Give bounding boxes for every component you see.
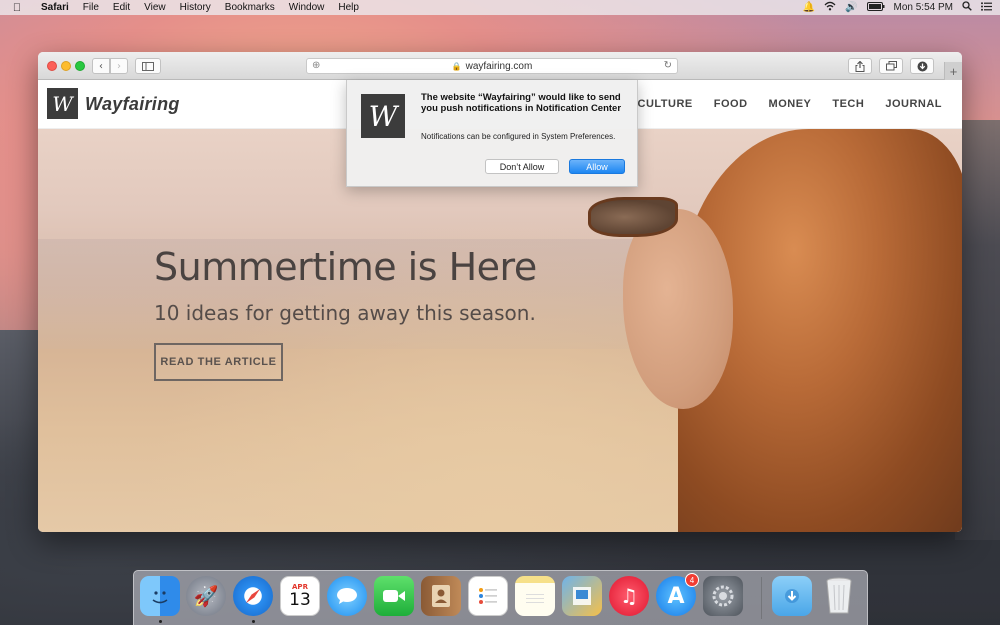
browser-toolbar: ‹ › ⊕ 🔒 wayfairing.com ↻ + [38,52,962,80]
notification-bell-icon[interactable]: 🔔 [803,2,815,13]
allow-button[interactable]: Allow [569,159,625,174]
dock: 🚀 APR 13 ♫ A 4 [133,570,868,625]
back-button[interactable]: ‹ [92,58,110,74]
menu-bookmarks[interactable]: Bookmarks [218,2,282,13]
website-icon: W [361,94,405,138]
contacts-icon[interactable] [421,576,461,616]
new-tab-button[interactable]: + [944,62,962,80]
menu-file[interactable]: File [76,2,106,13]
nav-food[interactable]: FOOD [714,98,748,110]
spotlight-search-icon[interactable] [962,1,972,14]
sidebar-toggle-button[interactable] [135,58,161,74]
finder-icon[interactable] [140,576,180,616]
notes-icon[interactable] [515,576,555,616]
menu-edit[interactable]: Edit [106,2,137,13]
show-all-tabs-button[interactable] [879,58,903,74]
site-logo[interactable]: W [47,88,78,119]
apple-menu-icon[interactable]:  [0,2,34,14]
safari-icon[interactable] [233,576,273,616]
volume-icon[interactable]: 🔊 [845,2,857,13]
reload-icon[interactable]: ↻ [664,60,672,71]
site-name[interactable]: Wayfairing [85,94,180,115]
battery-icon[interactable] [866,1,885,14]
launchpad-icon[interactable]: 🚀 [186,576,226,616]
messages-icon[interactable] [327,576,367,616]
finder-running-indicator [159,620,162,623]
menu-history[interactable]: History [173,2,218,13]
url-text: wayfairing.com [465,60,533,72]
reminders-icon[interactable] [468,576,508,616]
downloads-button[interactable] [910,58,934,74]
prompt-body: Notifications can be configured in Syste… [421,132,616,141]
trash-icon[interactable] [819,576,859,616]
nav-journal[interactable]: JOURNAL [885,98,942,110]
system-preferences-icon[interactable] [703,576,743,616]
itunes-icon[interactable]: ♫ [609,576,649,616]
hero-title: Summertime is Here [154,245,537,289]
dock-separator [761,577,762,619]
menu-app-name[interactable]: Safari [34,2,76,13]
downloads-folder-icon[interactable] [772,576,812,616]
close-window-button[interactable] [47,61,57,71]
nav-tech[interactable]: TECH [832,98,864,110]
lock-icon: 🔒 [451,61,462,71]
dont-allow-button[interactable]: Don’t Allow [485,159,559,174]
menu-view[interactable]: View [137,2,173,13]
address-bar[interactable]: ⊕ 🔒 wayfairing.com ↻ [306,58,678,74]
share-button[interactable] [848,58,872,74]
facetime-icon[interactable] [374,576,414,616]
menu-bar:  Safari File Edit View History Bookmark… [0,0,1000,15]
minimize-window-button[interactable] [61,61,71,71]
menu-clock[interactable]: Mon 5:54 PM [894,2,953,13]
wifi-icon[interactable] [824,1,836,14]
forward-button[interactable]: › [110,58,128,74]
notification-center-icon[interactable] [981,1,992,14]
site-nav: CULTURE FOOD MONEY TECH JOURNAL [617,98,942,110]
fullscreen-window-button[interactable] [75,61,85,71]
menu-window[interactable]: Window [282,2,332,13]
calendar-day: 13 [289,590,311,610]
nav-money[interactable]: MONEY [769,98,812,110]
hero-photo-sunglasses [588,197,678,237]
hero-banner: Summertime is Here 10 ideas for getting … [38,129,962,532]
read-article-button[interactable]: READ THE ARTICLE [154,343,283,381]
prompt-title: The website “Wayfairing” would like to s… [421,92,622,114]
hero-photo-face [623,209,733,409]
add-bookmark-icon[interactable]: ⊕ [312,60,320,71]
preview-icon[interactable] [562,576,602,616]
safari-running-indicator [252,620,255,623]
app-store-badge: 4 [685,573,699,587]
calendar-icon[interactable]: APR 13 [280,576,320,616]
hero-subtitle: 10 ideas for getting away this season. [154,301,536,325]
menu-help[interactable]: Help [331,2,366,13]
push-notification-prompt: W The website “Wayfairing” would like to… [346,80,638,187]
nav-culture[interactable]: CULTURE [638,98,693,110]
